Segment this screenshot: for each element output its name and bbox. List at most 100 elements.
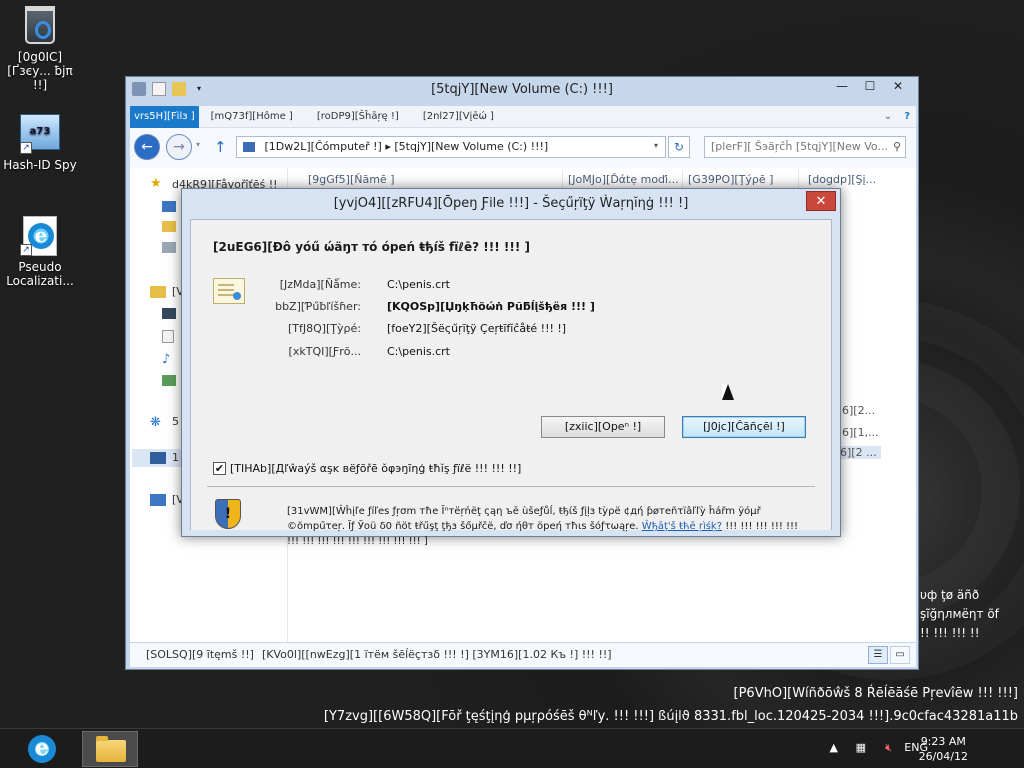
internet-explorer-taskbar-button[interactable]: e [28,735,58,763]
window-controls: — ☐ ✕ [828,77,912,95]
field-value-publisher: [KQOSp][Џŋķħöώṅ Pũƃĺįšђёя !!! ] [387,300,595,313]
recycle-bin-icon [20,6,60,46]
tab-view[interactable]: [2nl27][Vįēώ ] [411,106,506,128]
tab-home[interactable]: [mQ73f][Hôme ] [199,106,305,128]
recent-places-icon [162,242,176,253]
field-label-publisher: bbZ][Ƥűƀľíšɦеr: [275,300,361,313]
edge-text-line: şĩğηлмёηт õf [920,607,999,621]
field-value-from: C:\penis.crt [387,345,450,358]
computer-icon [150,452,166,464]
nav-item-computer[interactable]: 1 [172,451,179,464]
ribbon-tabs: vrs5H][Fìlз ] [mQ73f][Hôme ] [roDP9][Šĥā… [130,105,916,128]
show-hidden-icons-icon[interactable]: ▲ [830,741,838,754]
address-dropdown-icon[interactable]: ▾ [646,136,666,158]
navigation-bar: ← → ▾ ↑ [1Dw2L][Ĉόmрutеř !] ▸ [5tqjY][Ne… [130,128,916,168]
large-icons-view-button[interactable]: ▭ [890,646,910,664]
search-placeholder: [plerF][ Šэäŗĉĥ [5tqjY][New Vo... [711,140,888,153]
explorer-titlebar[interactable]: ▾ [5tqjY][New Volume (C:) !!!] — ☐ ✕ [126,77,918,103]
clock-time: 9:23 AM [920,735,966,748]
documents-icon [162,330,174,343]
tab-file[interactable]: vrs5H][Fìlз ] [130,105,199,128]
edge-text-line: υф ţø äñð [920,588,980,602]
cancel-button[interactable]: [J0jc][Ĉāñçēl !] [682,416,806,438]
dialog-title: [yvjO4][[zRFU4][Ōpeŋ Ƒilе !!!] - Šеçűŗïţ… [333,196,689,211]
volume-muted-icon[interactable]: 🔇︎ [885,741,892,755]
selection-info: [KVo0l][[nwEzg][1 ïтём šēĺёçтзδ !!! !] [… [262,648,612,661]
warning-message: [31vWM][Ŵĥįľе ƒíľеѕ ƒŗσm тħе Ĭⁿтёŗńёţ ςą… [287,504,811,549]
network-icon [150,494,166,506]
videos-icon [162,308,176,319]
maximize-button[interactable]: ☐ [856,77,884,95]
hash-id-spy-icon: a73 ↗ [20,114,60,154]
certificate-icon [213,278,245,304]
desktop-icon-hash-id-spy[interactable]: a73 ↗ Hash-ID Spy [0,114,80,172]
security-warning-dialog: [yvjO4][[zRFU4][Ōpeŋ Ƒilе !!!] - Šеçűŗïţ… [181,188,841,547]
field-label-type: [TfJ8Q][Ţỳρé: [287,322,361,335]
internet-explorer-icon: e [28,735,56,763]
open-button[interactable]: [zxiic][Opeⁿ !] [541,416,665,438]
dialog-body: [2uEG6][Ðô yóű ώäŋт тó óреń ŧђíš fïℓē? !… [190,219,832,547]
expand-ribbon-icon[interactable]: ⌄ [884,111,892,122]
column-header-size[interactable]: [dogdp][Şį... [808,173,876,186]
security-shield-icon: ! [215,499,241,529]
star-icon: ★ [150,176,162,191]
column-divider [682,170,683,188]
pictures-icon [162,375,176,386]
file-explorer-taskbar-button[interactable] [82,731,138,767]
size-cell-selected: 6][2 ... [836,446,881,459]
mouse-cursor-icon [722,384,734,400]
help-icon[interactable]: ? [904,111,910,122]
always-ask-label: [TIHAb][Дľŵаýš αşĸ вёƒõřē ŏφэŋīηģ ŧħĭş ƒ… [230,462,522,475]
desktop: [0g0IC][Ґзєу... ƀјπ !!] a73 ↗ Hash-ID Sp… [0,0,1024,728]
back-button[interactable]: ← [134,134,160,160]
column-divider [562,170,563,188]
item-count: [SOLSQ][9 ītęmš !!] [146,648,254,661]
search-icon[interactable]: ⚲ [893,137,901,157]
address-path: [1Dw2L][Ĉόmрutеř !] ▸ [5tqjY][New Volume… [264,140,549,153]
details-view-button[interactable]: ☰ [868,646,888,664]
clock[interactable]: 9:23 AM 26/04/12 [919,734,968,764]
status-bar: [SOLSQ][9 ītęmš !!] [KVo0l][[nwEzg][1 ïт… [130,643,916,667]
refresh-button[interactable]: ↻ [668,136,690,158]
column-header-date-modified[interactable]: [JoMJo][Ďάtẹ moďi... [568,173,679,186]
taskbar: e ▲ ▦ 🔇︎ ENG 9:23 AM 26/04/12 [0,728,1024,768]
column-divider [798,170,799,188]
clock-date: 26/04/12 [918,750,968,763]
desktop-icon-recycle-bin[interactable]: [0g0IC][Ґзєу... ƀјπ !!] [0,6,80,92]
edge-text-line: !! !!! !!! !! [920,626,980,640]
tab-share[interactable]: [roDP9][Šĥāŗę !] [305,106,411,128]
homegroup-icon: ❋ [150,415,161,430]
field-label-name: [JzMda][Ñǻme: [279,278,361,291]
column-header-name[interactable]: [9gGf5][Ňāmē ] [308,173,395,186]
desktop-icon-pseudo-localization[interactable]: e ↗ Pseudo Localizati... [0,216,80,288]
column-header-type[interactable]: [G39PO][Ţýρē ] [688,173,773,186]
shortcut-arrow-icon: ↗ [20,244,32,256]
shortcut-arrow-icon: ↗ [20,142,32,154]
network-icon[interactable]: ▦ [856,741,866,754]
search-input[interactable]: [plerF][ Šэäŗĉĥ [5tqjY][New Vo... ⚲ [704,136,906,158]
dialog-question: [2uEG6][Ðô yóű ώäŋт тó óреń ŧђíš fïℓē? !… [213,240,530,254]
size-cell: 6][2... [842,404,876,417]
close-button[interactable]: ✕ [884,77,912,95]
desktop-icon-label: Pseudo Localizati... [6,260,74,288]
address-bar[interactable]: [1Dw2L][Ĉόmрutеř !] ▸ [5tqjY][New Volume… [236,136,666,158]
build-watermark-line-1: [P6VhO][Wíñðōŵš 8 Ŕēĺēāśē Pŗevîēw !!! !!… [733,686,1018,701]
always-ask-checkbox-row[interactable]: ✔ [TIHAb][Дľŵаýš αşĸ вёƒõřē ŏφэŋīηģ ŧħĭş… [213,462,521,475]
desktop-icon-label: Hash-ID Spy [3,158,77,172]
up-button[interactable]: ↑ [214,138,227,156]
whats-the-risk-link[interactable]: Ŵђāţ'š ŧћē ŗìśķ? [642,521,722,532]
downloads-folder-icon [162,221,176,232]
field-value-type: [foeY2][Šёςűŗīţÿ Çeŗŧīfĭĉåŧé !!! !] [387,322,567,335]
recent-locations-dropdown[interactable]: ▾ [196,140,200,149]
desktop-folder-icon [162,201,176,212]
build-watermark-line-2: [Y7zvg][[6W58Q][Fōř ţęśţįηģ pµŗρóśēš θᴺľ… [323,709,1018,724]
field-label-from: [xkTQI][Ƒrō... [288,345,361,358]
computer-icon [243,142,255,152]
folder-icon [96,736,126,762]
nav-item-homegroup[interactable]: 5 [172,415,179,428]
forward-button[interactable]: → [166,134,192,160]
dialog-footer: ! [31vWM][Ŵĥįľе ƒíľеѕ ƒŗσm тħе Ĭⁿтёŗńёţ … [191,487,831,547]
always-ask-checkbox[interactable]: ✔ [213,462,226,475]
minimize-button[interactable]: — [828,77,856,95]
dialog-close-button[interactable]: ✕ [806,191,836,211]
